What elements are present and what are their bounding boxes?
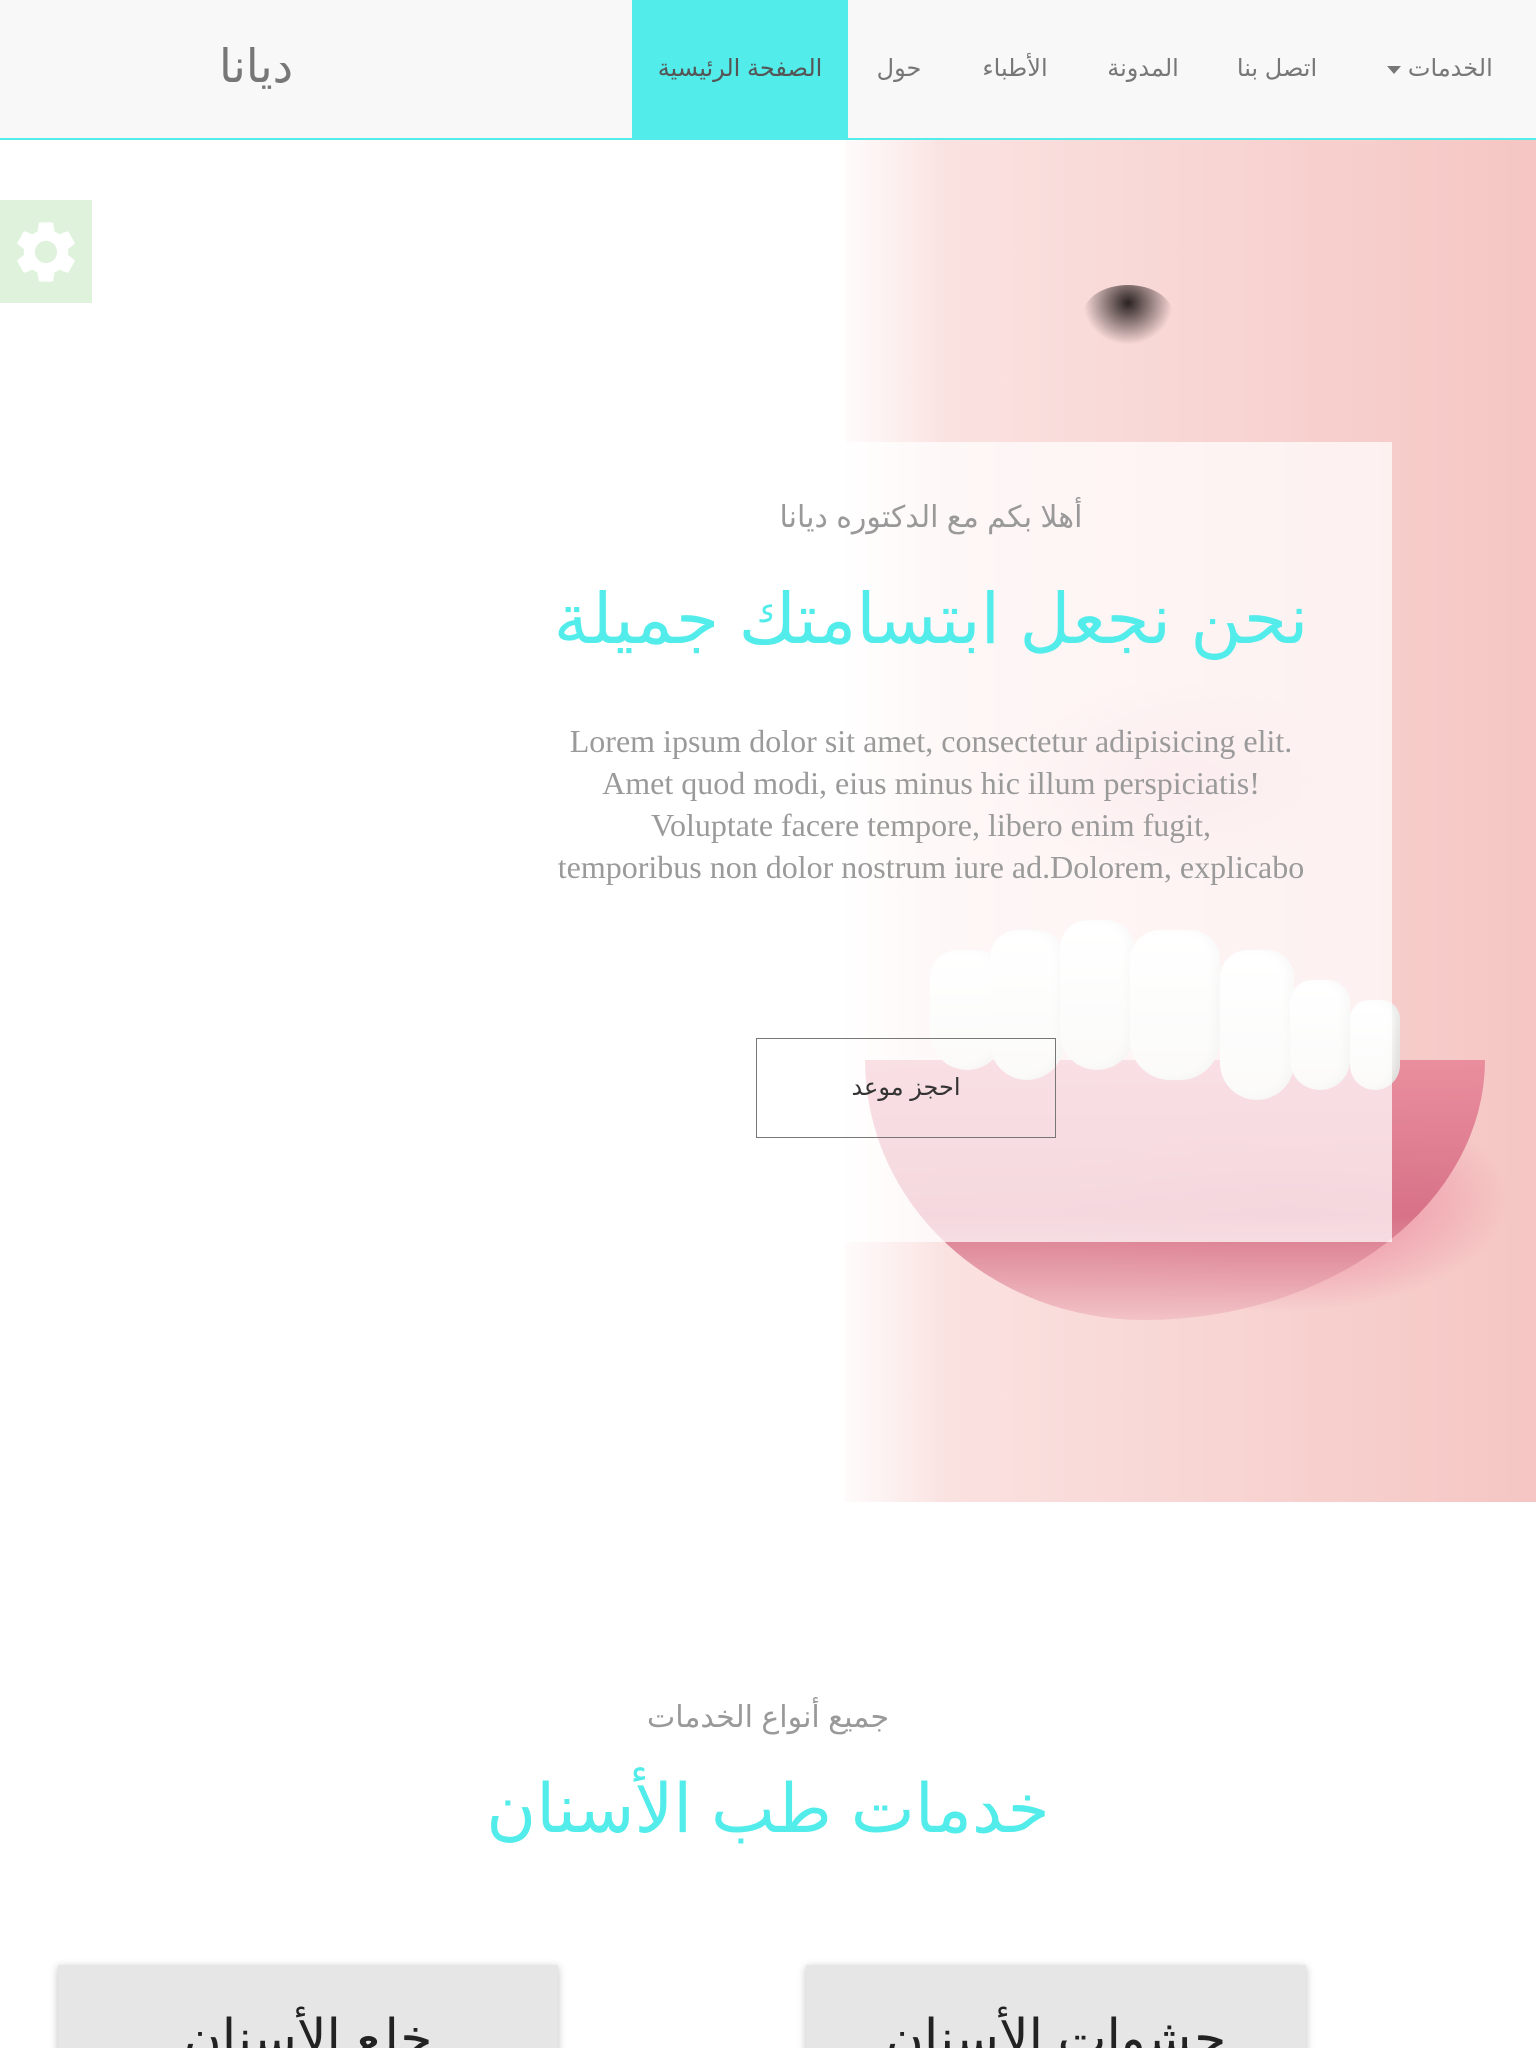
service-card-title: حشوات الأسنان — [885, 2010, 1227, 2048]
nav-about[interactable]: حول — [864, 0, 934, 138]
navbar: ديانا الصفحة الرئيسية حول الأطباء المدون… — [0, 0, 1536, 140]
settings-toggle[interactable] — [0, 200, 92, 303]
book-appointment-button[interactable]: احجز موعد — [756, 1038, 1056, 1138]
hero-description: Lorem ipsum dolor sit amet, consectetur … — [481, 720, 1381, 888]
hero-content: أهلا بكم مع الدكتوره ديانا نحن نجعل ابتس… — [470, 442, 1392, 1242]
hero-section: أهلا بكم مع الدكتوره ديانا نحن نجعل ابتس… — [0, 140, 1536, 1502]
services-title: خدمات طب الأسنان — [486, 1771, 1050, 1847]
service-card-title: خلع الأسنان — [183, 2010, 433, 2048]
nav-doctors[interactable]: الأطباء — [970, 0, 1060, 138]
hero-text-line: Amet quod modi, eius minus hic illum per… — [602, 765, 1260, 801]
services-subtitle: جميع أنواع الخدمات — [646, 1701, 890, 1734]
nav-blog[interactable]: المدونة — [1098, 0, 1188, 138]
brand-logo[interactable]: ديانا — [219, 38, 293, 94]
gear-icon — [17, 221, 75, 282]
nav-services-dropdown[interactable]: الخدمات — [1366, 0, 1506, 138]
hero-text-line: temporibus non dolor nostrum iure ad.Dol… — [557, 849, 1305, 885]
nav-contact[interactable]: اتصل بنا — [1222, 0, 1332, 138]
hero-title: نحن نجعل ابتسامتك جميلة — [553, 580, 1309, 658]
caret-down-icon — [1387, 65, 1402, 74]
service-card-extraction[interactable]: خلع الأسنان — [58, 1965, 558, 2048]
hero-text-line: Lorem ipsum dolor sit amet, consectetur … — [569, 723, 1293, 759]
service-card-fillings[interactable]: حشوات الأسنان — [806, 1965, 1306, 2048]
hero-text-line: Voluptate facere tempore, libero enim fu… — [650, 807, 1212, 843]
nav-home[interactable]: الصفحة الرئيسية — [632, 0, 848, 138]
nav-services-label: الخدمات — [1407, 55, 1493, 82]
hero-welcome: أهلا بكم مع الدكتوره ديانا — [779, 501, 1083, 534]
